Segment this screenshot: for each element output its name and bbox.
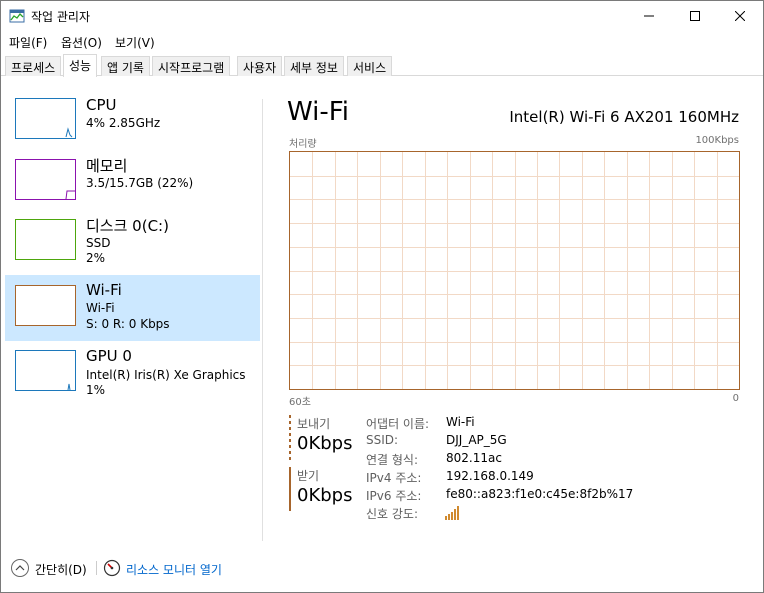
tab-app-history[interactable]: 앱 기록	[101, 56, 150, 76]
detail-key: 어댑터 이름:	[366, 417, 430, 431]
tab-users[interactable]: 사용자	[237, 56, 283, 76]
detail-value: 802.11ac	[446, 451, 502, 465]
receive-solid-bar	[289, 467, 291, 511]
tab-details[interactable]: 세부 정보	[284, 56, 344, 76]
send-value: 0Kbps	[297, 433, 353, 454]
title-bar: 작업 관리자	[1, 1, 763, 31]
menu-bar: 파일(F) 옵션(O) 보기(V)	[1, 31, 763, 53]
tab-bar: 프로세스 성능 앱 기록 시작프로그램 사용자 세부 정보 서비스	[1, 54, 763, 77]
detail-value: DJJ_AP_5G	[446, 433, 507, 447]
collapse-button[interactable]	[11, 559, 29, 577]
graph-label-throughput: 처리량	[289, 139, 317, 150]
open-resource-monitor-link[interactable]: 리소스 모니터 열기	[126, 561, 222, 578]
adapter-name: Intel(R) Wi-Fi 6 AX201 160MHz	[509, 108, 739, 126]
detail-value: fe80::a823:f1e0:c45e:8f2b%17	[446, 487, 634, 501]
memory-thumbnail-graph	[15, 159, 76, 200]
throughput-graph	[289, 151, 740, 390]
window-title: 작업 관리자	[31, 10, 91, 24]
send-label: 보내기	[297, 417, 331, 431]
resource-title: 메모리	[86, 157, 128, 175]
close-icon	[735, 11, 745, 21]
resource-subtitle: Intel(R) Iris(R) Xe Graphics	[86, 368, 246, 382]
panel-divider	[262, 99, 263, 541]
detail-key: 연결 형식:	[366, 453, 419, 467]
detail-row: IPv4 주소: 192.168.0.149	[366, 469, 666, 487]
collapse-label[interactable]: 간단히(D)	[35, 561, 87, 578]
send-stat: 보내기 0Kbps	[289, 415, 359, 461]
detail-row: 연결 형식: 802.11ac	[366, 451, 666, 469]
resource-title: CPU	[86, 96, 117, 114]
resource-title: 디스크 0(C:)	[86, 217, 169, 235]
receive-label: 받기	[297, 469, 320, 483]
resource-title: Wi-Fi	[86, 281, 122, 299]
resource-item-disk[interactable]: 디스크 0(C:) SSD 2%	[5, 211, 260, 277]
resource-throughput: S: 0 R: 0 Kbps	[86, 317, 170, 331]
graph-time-span: 60초	[289, 397, 311, 408]
chevron-up-icon	[15, 565, 25, 571]
detail-key: IPv4 주소:	[366, 471, 422, 485]
gpu-thumbnail-graph	[15, 350, 76, 391]
close-button[interactable]	[717, 1, 763, 31]
resource-item-cpu[interactable]: CPU 4% 2.85GHz	[5, 89, 260, 155]
resource-subtitle: SSD	[86, 236, 111, 250]
task-manager-icon	[9, 9, 25, 23]
maximize-icon	[690, 11, 700, 21]
resource-item-gpu[interactable]: GPU 0 Intel(R) Iris(R) Xe Graphics 1%	[5, 342, 260, 408]
footer: 간단히(D) 리소스 모니터 열기	[1, 556, 763, 582]
tab-startup[interactable]: 시작프로그램	[152, 56, 231, 76]
receive-value: 0Kbps	[297, 485, 353, 506]
cpu-thumbnail-graph	[15, 98, 76, 139]
page-title: Wi-Fi	[287, 97, 350, 127]
send-dashed-bar	[289, 415, 291, 461]
detail-row: SSID: DJJ_AP_5G	[366, 433, 666, 451]
graph-label-max: 100Kbps	[695, 135, 739, 146]
receive-stat: 받기 0Kbps	[289, 467, 359, 511]
detail-value: Wi-Fi	[446, 415, 475, 429]
wifi-thumbnail-graph	[15, 285, 76, 326]
signal-strength-icon	[445, 506, 459, 520]
detail-key: IPv6 주소:	[366, 489, 422, 503]
graph-grid	[290, 152, 739, 389]
resource-usage: 1%	[86, 383, 106, 397]
disk-thumbnail-graph	[15, 219, 76, 260]
menu-file[interactable]: 파일(F)	[9, 34, 47, 51]
resource-subtitle: 4% 2.85GHz	[86, 116, 161, 130]
task-manager-window: 작업 관리자 파일(F) 옵션(O) 보기(V) 프로세스 성능 앱 기록 시작…	[0, 0, 764, 593]
footer-separator	[96, 561, 97, 575]
resource-subtitle: Wi-Fi	[86, 301, 115, 315]
menu-view[interactable]: 보기(V)	[115, 34, 155, 51]
resource-usage: 2%	[86, 251, 106, 265]
tab-performance[interactable]: 성능	[63, 54, 98, 77]
menu-options[interactable]: 옵션(O)	[61, 34, 102, 51]
resource-title: GPU 0	[86, 347, 132, 365]
graph-time-end: 0	[732, 393, 739, 404]
tab-processes[interactable]: 프로세스	[5, 56, 62, 76]
resource-subtitle: 3.5/15.7GB (22%)	[86, 176, 194, 190]
minimize-icon	[644, 15, 654, 17]
detail-key: 신호 강도:	[366, 507, 419, 521]
minimize-button[interactable]	[626, 1, 672, 31]
maximize-button[interactable]	[672, 1, 718, 31]
detail-key: SSID:	[366, 433, 399, 447]
detail-row: IPv6 주소: fe80::a823:f1e0:c45e:8f2b%17	[366, 487, 666, 505]
detail-value: 192.168.0.149	[446, 469, 534, 483]
detail-row: 어댑터 이름: Wi-Fi	[366, 415, 666, 433]
detail-row: 신호 강도:	[366, 505, 666, 523]
resource-list: CPU 4% 2.85GHz 메모리 3.5/15.7GB (22%) 디스크 …	[5, 89, 260, 529]
resource-monitor-icon	[103, 559, 121, 577]
resource-item-wifi[interactable]: Wi-Fi Wi-Fi S: 0 R: 0 Kbps	[5, 275, 260, 341]
resource-item-memory[interactable]: 메모리 3.5/15.7GB (22%)	[5, 152, 260, 218]
tab-services[interactable]: 서비스	[347, 56, 393, 76]
